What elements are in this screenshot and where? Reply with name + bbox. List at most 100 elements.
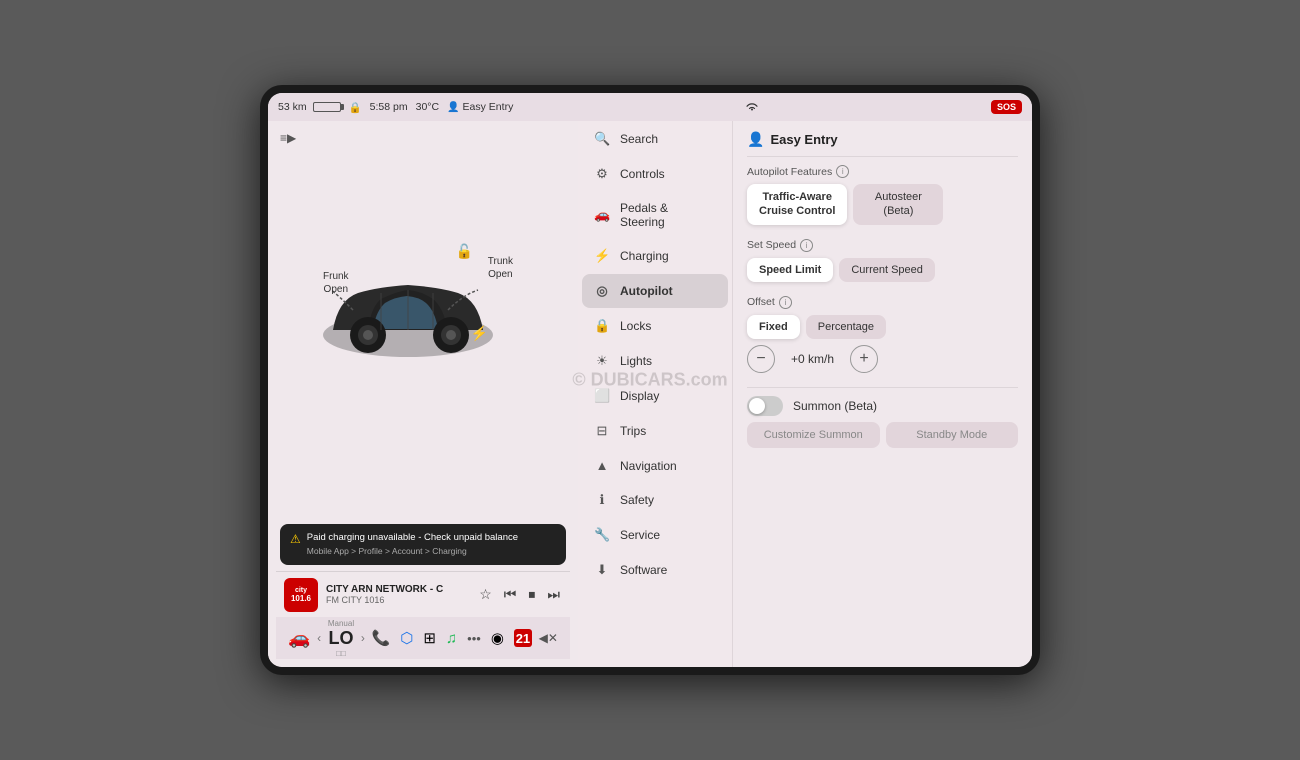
dock-temp-area: Manual LO □□: [328, 619, 354, 658]
menu-item-software[interactable]: ⬇ Software: [582, 553, 728, 587]
temperature-display: 30°C: [416, 101, 439, 113]
menu-label-charging: Charging: [620, 249, 669, 263]
section-title: Easy Entry: [770, 132, 837, 147]
volume-control[interactable]: ◀✕: [539, 631, 558, 645]
wifi-icon: [745, 102, 759, 112]
menu-icon-autopilot: ◎: [594, 283, 610, 299]
offset-type-buttons[interactable]: Fixed Percentage: [747, 315, 1018, 339]
tesla-screen: 53 km 🔒 5:58 pm 30°C 👤 Easy Entry SOS: [268, 93, 1032, 667]
calendar-icon[interactable]: 21: [514, 629, 532, 647]
fan-icon: □□: [336, 649, 346, 658]
speed-info-icon[interactable]: i: [800, 239, 813, 252]
current-speed-button[interactable]: Current Speed: [839, 258, 935, 282]
customize-summon-button[interactable]: Customize Summon: [747, 422, 880, 448]
radio-info: CITY ARN NETWORK - C FM CITY 1016: [326, 584, 469, 605]
menu-item-locks[interactable]: 🔒 Locks: [582, 309, 728, 343]
car-screen-frame: 53 km 🔒 5:58 pm 30°C 👤 Easy Entry SOS: [260, 85, 1040, 675]
dock-app-icons[interactable]: 📞 ⬡ ⊞ ♫ ••• ◉ 21: [372, 629, 532, 647]
radio-next-button[interactable]: ⏭: [545, 584, 562, 605]
radio-prev-button[interactable]: ⏮: [502, 584, 519, 605]
phone-icon[interactable]: 📞: [372, 629, 391, 647]
menu-item-safety[interactable]: ℹ Safety: [582, 483, 728, 517]
radio-station-freq: FM CITY 1016: [326, 595, 469, 605]
autopilot-features-buttons[interactable]: Traffic-AwareCruise Control Autosteer(Be…: [747, 184, 1018, 225]
menu-label-navigation: Navigation: [620, 459, 677, 473]
autosteer-button[interactable]: Autosteer(Beta): [853, 184, 943, 225]
divider-1: [747, 156, 1018, 157]
menu-list: 🔍 Search ⚙ Controls 🚗 Pedals & Steering …: [578, 121, 732, 588]
menu-icon-service: 🔧: [594, 527, 610, 543]
offset-section: Offset i Fixed Percentage − +0 km/h +: [747, 296, 1018, 373]
driver-label: Easy Entry: [463, 101, 514, 113]
menu-icon-locks: 🔒: [594, 318, 610, 334]
menu-icon-lights: ☀: [594, 353, 610, 369]
menu-item-autopilot[interactable]: ◎ Autopilot: [582, 274, 728, 308]
menu-icon-controls: ⚙: [594, 166, 610, 182]
decrement-button[interactable]: −: [747, 345, 775, 373]
playlist-icon: ≡▶: [280, 131, 296, 145]
sos-button[interactable]: SOS: [991, 100, 1022, 114]
increment-button[interactable]: +: [850, 345, 878, 373]
temp-value-display: LO: [328, 628, 353, 649]
traffic-cruise-button[interactable]: Traffic-AwareCruise Control: [747, 184, 847, 225]
profile-icon: 👤: [747, 131, 764, 148]
radio-bar[interactable]: city 101.6 CITY ARN NETWORK - C FM CITY …: [276, 571, 570, 617]
offset-label: Offset i: [747, 296, 1018, 309]
menu-icon-pedals: 🚗: [594, 207, 610, 223]
menu-item-pedals[interactable]: 🚗 Pedals & Steering: [582, 192, 728, 238]
warning-icon: ⚠: [290, 532, 301, 546]
menu-icon-trips: ⊟: [594, 423, 610, 439]
menu-item-service[interactable]: 🔧 Service: [582, 518, 728, 552]
warning-banner: ⚠ Paid charging unavailable - Check unpa…: [280, 524, 566, 565]
volume-icon: ◀✕: [539, 631, 558, 645]
fixed-button[interactable]: Fixed: [747, 315, 800, 339]
radio-station-name: CITY ARN NETWORK - C: [326, 584, 469, 595]
offset-info-icon[interactable]: i: [779, 296, 792, 309]
spotify-icon[interactable]: ♫: [446, 630, 457, 647]
menu-item-charging[interactable]: ⚡ Charging: [582, 239, 728, 273]
autopilot-features-section: Autopilot Features i Traffic-AwareCruise…: [747, 165, 1018, 225]
offset-stepper[interactable]: − +0 km/h +: [747, 345, 1018, 373]
menu-item-display[interactable]: ⬜ Display: [582, 379, 728, 413]
summon-toggle[interactable]: [747, 396, 783, 416]
car-image: [303, 235, 513, 385]
menu-label-safety: Safety: [620, 493, 654, 507]
radio-logo: city 101.6: [284, 578, 318, 612]
menu-item-controls[interactable]: ⚙ Controls: [582, 157, 728, 191]
radio-favorite-button[interactable]: ☆: [477, 584, 494, 605]
radio-city: city: [295, 587, 307, 594]
menu-item-search[interactable]: 🔍 Search: [582, 122, 728, 156]
menu-label-software: Software: [620, 563, 667, 577]
gear-mode-label: Manual: [328, 619, 354, 628]
autopilot-panel: 👤 Easy Entry Autopilot Features i Traffi…: [733, 121, 1032, 667]
more-icon[interactable]: •••: [467, 631, 481, 646]
apps-icon[interactable]: ⊞: [423, 629, 436, 647]
autopilot-header: 👤 Easy Entry: [747, 131, 1018, 148]
radio-stop-button[interactable]: ⏹: [526, 584, 537, 605]
menu-label-display: Display: [620, 389, 659, 403]
dock-left: 🚗: [288, 628, 310, 649]
menu-item-trips[interactable]: ⊟ Trips: [582, 414, 728, 448]
menu-item-navigation[interactable]: ▲ Navigation: [582, 449, 728, 482]
offset-value: +0 km/h: [785, 352, 840, 366]
gear-chevron-left[interactable]: ‹: [317, 631, 321, 645]
features-info-icon[interactable]: i: [836, 165, 849, 178]
car-charging-icon: ⚡: [471, 325, 488, 342]
set-speed-label: Set Speed i: [747, 239, 1018, 252]
frunk-label: FrunkOpen: [323, 270, 349, 296]
radio-controls[interactable]: ☆ ⏮ ⏹ ⏭: [477, 584, 562, 605]
standby-mode-button[interactable]: Standby Mode: [886, 422, 1019, 448]
summon-section: Summon (Beta) Customize Summon Standby M…: [747, 396, 1018, 448]
gear-chevron-right[interactable]: ›: [361, 631, 365, 645]
speed-mode-buttons[interactable]: Speed Limit Current Speed: [747, 258, 1018, 282]
menu-icon-search: 🔍: [594, 131, 610, 147]
camera-icon[interactable]: ◉: [491, 629, 504, 647]
menu-label-autopilot: Autopilot: [620, 284, 673, 298]
warning-main: Paid charging unavailable - Check unpaid…: [307, 531, 518, 544]
percentage-button[interactable]: Percentage: [806, 315, 886, 339]
speed-limit-button[interactable]: Speed Limit: [747, 258, 833, 282]
menu-item-lights[interactable]: ☀ Lights: [582, 344, 728, 378]
summon-toggle-row[interactable]: Summon (Beta): [747, 396, 1018, 416]
bluetooth-icon[interactable]: ⬡: [400, 629, 413, 647]
menu-label-controls: Controls: [620, 167, 665, 181]
